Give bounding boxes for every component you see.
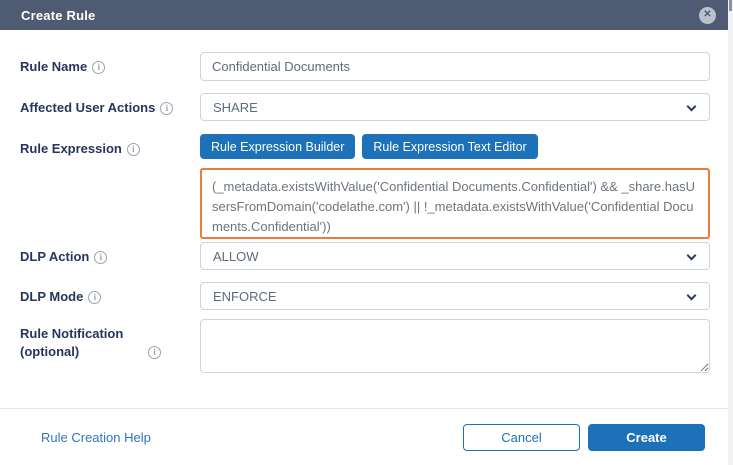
chevron-down-icon	[687, 291, 697, 301]
affected-user-actions-label: Affected User Actionsi	[20, 93, 200, 117]
rule-creation-help-link[interactable]: Rule Creation Help	[41, 430, 151, 445]
create-rule-dialog: Create Rule ✕ Rule Namei Affected User A…	[0, 0, 733, 465]
info-icon[interactable]: i	[94, 251, 107, 264]
dlp-mode-label: DLP Modei	[20, 282, 200, 306]
chevron-down-icon	[687, 251, 697, 261]
rule-notification-row: Rule Notification (optional) i	[20, 319, 705, 378]
affected-user-actions-select[interactable]: SHARE	[200, 93, 710, 121]
info-icon[interactable]: i	[160, 102, 173, 115]
rule-expression-label: Rule Expressioni	[20, 134, 200, 158]
close-icon[interactable]: ✕	[699, 7, 716, 24]
affected-user-actions-row: Affected User Actionsi SHARE	[20, 93, 705, 121]
dialog-header: Create Rule ✕	[0, 0, 728, 30]
info-icon[interactable]: i	[92, 61, 105, 74]
dlp-action-row: DLP Actioni ALLOW	[20, 242, 705, 270]
affected-user-actions-value: SHARE	[213, 100, 258, 115]
dialog-body: Rule Namei Affected User Actionsi SHARE …	[0, 30, 728, 378]
rule-expression-textarea[interactable]: (_metadata.existsWithValue('Confidential…	[200, 168, 710, 239]
rule-expression-row: Rule Expressioni Rule Expression Builder…	[20, 134, 705, 242]
dialog-footer: Rule Creation Help Cancel Create	[0, 408, 728, 465]
rule-notification-textarea[interactable]	[200, 319, 710, 373]
dlp-mode-select[interactable]: ENFORCE	[200, 282, 710, 310]
rule-name-input[interactable]	[200, 52, 710, 81]
chevron-down-icon	[687, 102, 697, 112]
info-icon[interactable]: i	[88, 291, 101, 304]
info-icon[interactable]: i	[127, 143, 140, 156]
dlp-action-select[interactable]: ALLOW	[200, 242, 710, 270]
scrollbar-thumb[interactable]	[729, 0, 732, 11]
dialog-title: Create Rule	[21, 8, 95, 23]
cancel-button[interactable]: Cancel	[463, 424, 580, 451]
dlp-mode-value: ENFORCE	[213, 289, 277, 304]
dlp-mode-row: DLP Modei ENFORCE	[20, 282, 705, 310]
rule-notification-label: Rule Notification (optional) i	[20, 319, 200, 361]
create-button[interactable]: Create	[588, 424, 705, 451]
rule-name-row: Rule Namei	[20, 52, 705, 81]
info-icon[interactable]: i	[148, 346, 161, 359]
rule-expression-builder-button[interactable]: Rule Expression Builder	[200, 134, 355, 159]
dlp-action-value: ALLOW	[213, 249, 259, 264]
dlp-action-label: DLP Actioni	[20, 242, 200, 266]
rule-expression-text-editor-button[interactable]: Rule Expression Text Editor	[362, 134, 537, 159]
page-edge-sliver	[728, 0, 733, 465]
rule-name-label: Rule Namei	[20, 52, 200, 76]
